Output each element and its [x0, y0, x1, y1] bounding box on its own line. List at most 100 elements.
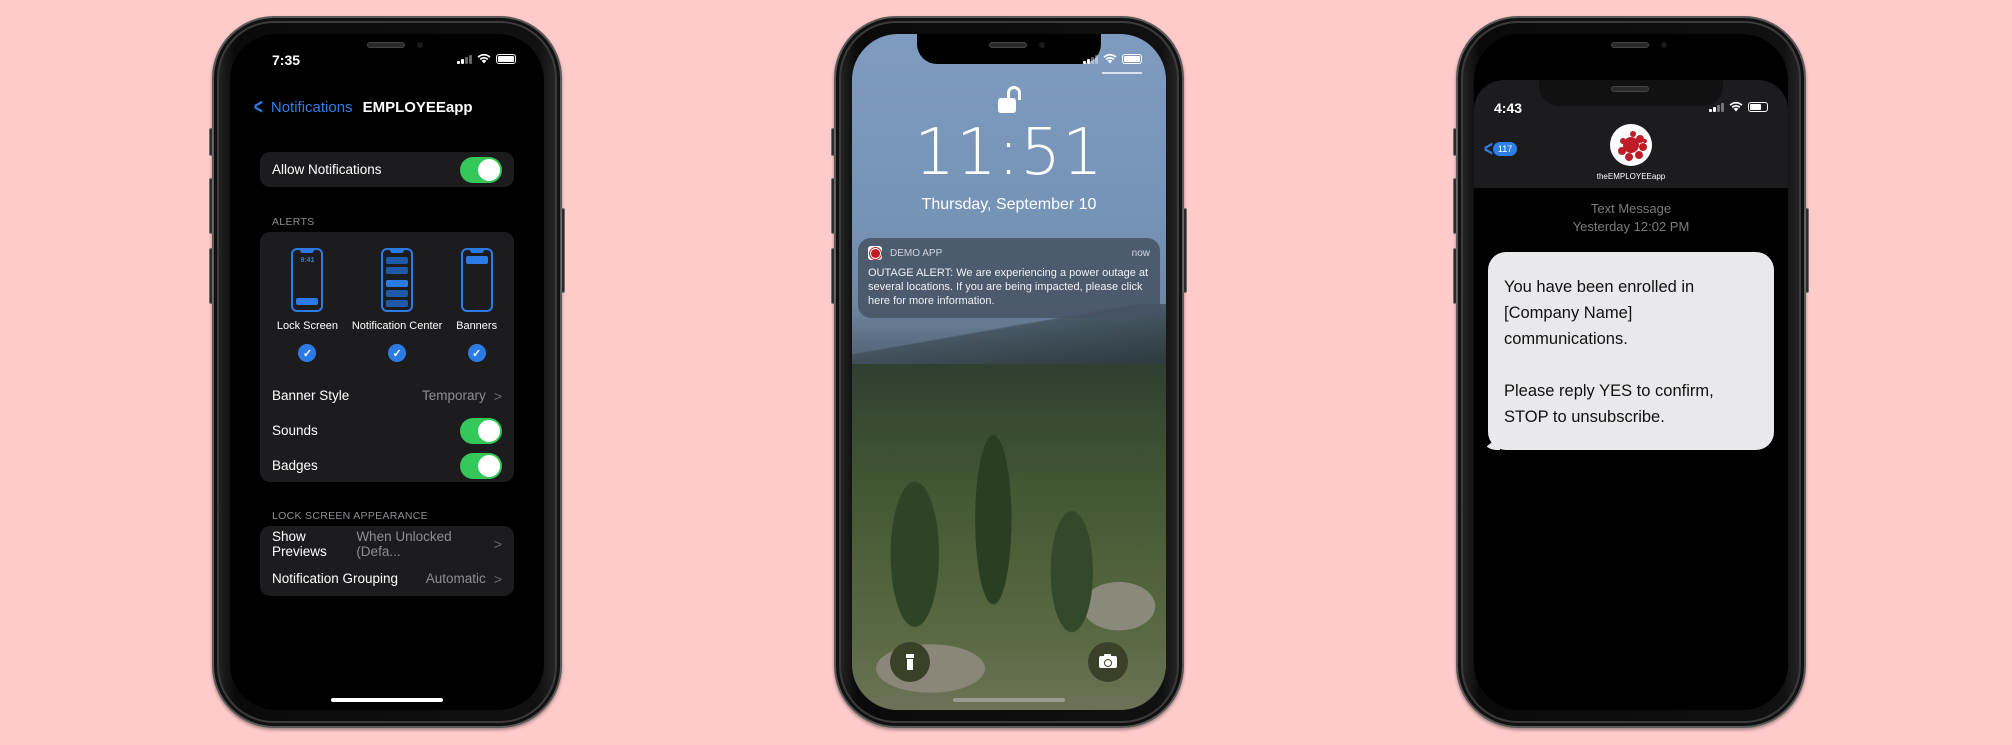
sounds-label: Sounds	[272, 423, 318, 438]
banner-style-value: Temporary	[422, 388, 486, 403]
contact-name[interactable]: theEMPLOYEEapp	[1474, 172, 1788, 181]
badges-toggle[interactable]	[460, 452, 502, 479]
wifi-icon	[1729, 101, 1743, 112]
alert-option-banners[interactable]: Banners ✓	[456, 248, 497, 362]
home-indicator[interactable]	[331, 698, 443, 702]
allow-notifications-label: Allow Notifications	[272, 162, 382, 177]
phone-lock-screen: 11:51 Thursday, September 10 DEMO APP no…	[831, 16, 1187, 728]
alert-option-label: Lock Screen	[276, 320, 339, 332]
mute-switch	[831, 128, 835, 156]
signal-icon	[1083, 54, 1098, 64]
checkmark-icon[interactable]: ✓	[388, 344, 407, 362]
badges-label: Badges	[272, 458, 318, 473]
alert-option-notification-center[interactable]: Notification Center ✓	[351, 248, 443, 362]
flashlight-button[interactable]	[890, 642, 930, 682]
message-type: Text Message	[1590, 201, 1672, 216]
alerts-header: ALERTS	[272, 216, 315, 228]
app-logo-icon	[1623, 137, 1639, 153]
chevron-left-icon: <	[1483, 136, 1493, 161]
phone-messages: 4:43 < 117 theEMPLOYEEapp Text Message Y…	[1453, 16, 1809, 728]
status-bar: 7:35	[230, 34, 544, 78]
unlock-icon	[998, 86, 1021, 116]
volume-down-button	[1453, 248, 1457, 304]
camera-icon	[1099, 654, 1117, 668]
back-button[interactable]: < Notifications	[252, 96, 353, 118]
volume-up-button	[831, 178, 835, 234]
mute-switch	[209, 128, 213, 156]
show-previews-label: Show Previews	[272, 528, 327, 559]
conversation-header: 4:43 < 117 theEMPLOYEEapp	[1474, 80, 1788, 188]
sounds-toggle[interactable]	[460, 417, 502, 444]
alert-option-label: Banners	[456, 320, 498, 332]
notification-center-preview-icon	[381, 248, 414, 312]
unread-count-badge: 117	[1492, 142, 1518, 156]
signal-icon	[457, 54, 472, 64]
power-button	[561, 208, 565, 293]
home-indicator[interactable]	[953, 698, 1065, 702]
volume-up-button	[1453, 178, 1457, 234]
allow-notifications-row: Allow Notifications	[260, 152, 514, 187]
volume-down-button	[209, 248, 213, 304]
mute-switch	[1453, 128, 1457, 156]
banner-style-row[interactable]: Banner Style Temporary >	[260, 378, 514, 413]
notification-app-name: DEMO APP	[890, 247, 943, 259]
allow-group: Allow Notifications	[260, 152, 514, 187]
sounds-row: Sounds	[260, 413, 514, 448]
lock-screen-appearance-header: LOCK SCREEN APPEARANCE	[272, 510, 428, 522]
message-timestamp: Yesterday 12:02 PM	[1572, 219, 1690, 234]
lock-screen: 11:51 Thursday, September 10 DEMO APP no…	[852, 34, 1166, 710]
inner-notch	[1539, 80, 1723, 106]
volume-down-button	[831, 248, 835, 304]
camera-button[interactable]	[1088, 642, 1128, 682]
lock-date: Thursday, September 10	[921, 196, 1097, 213]
contact-avatar[interactable]	[1610, 124, 1652, 166]
banners-preview-icon	[460, 248, 493, 312]
checkmark-icon[interactable]: ✓	[467, 344, 486, 362]
alert-option-lock-screen[interactable]: 9:41 Lock Screen ✓	[277, 248, 338, 362]
power-button	[1805, 208, 1809, 293]
control-center-indicator[interactable]	[1102, 72, 1142, 74]
allow-notifications-toggle[interactable]	[460, 156, 502, 183]
wifi-icon	[477, 53, 491, 64]
page-title: EMPLOYEEapp	[362, 98, 473, 116]
alert-option-label: Notification Center	[351, 320, 443, 332]
status-time: 4:43	[1494, 100, 1523, 116]
banner-style-label: Banner Style	[272, 388, 350, 403]
app-logo-icon	[868, 246, 882, 260]
battery-icon	[1748, 101, 1768, 112]
messages-app: 4:43 < 117 theEMPLOYEEapp Text Message Y…	[1474, 80, 1788, 710]
message-paragraph: Please reply YES to confirm, STOP to uns…	[1504, 382, 1714, 426]
chevron-right-icon: >	[493, 535, 502, 552]
signal-icon	[1709, 102, 1724, 112]
notification-timestamp: now	[1131, 247, 1150, 259]
show-previews-value: When Unlocked (Defa...	[356, 528, 452, 559]
volume-up-button	[209, 178, 213, 234]
flashlight-icon	[906, 654, 914, 670]
battery-icon	[496, 53, 516, 64]
notification-grouping-value: Automatic	[425, 571, 486, 586]
battery-icon	[1122, 53, 1142, 64]
lock-screen-preview-icon: 9:41	[291, 248, 324, 312]
back-button[interactable]: < 117	[1482, 136, 1518, 161]
nav-bar: < Notifications EMPLOYEEapp	[252, 96, 473, 118]
message-paragraph: You have been enrolled in [Company Name]…	[1504, 278, 1695, 348]
notification-card[interactable]: DEMO APP now OUTAGE ALERT: We are experi…	[858, 238, 1160, 318]
power-button	[1183, 208, 1187, 293]
notch	[1539, 34, 1723, 64]
message-meta: Text Message Yesterday 12:02 PM	[1474, 200, 1788, 236]
phone-settings: 7:35 < Notifications EMPLOYEEapp Allow N…	[209, 16, 565, 728]
message-bubble[interactable]: You have been enrolled in [Company Name]…	[1482, 252, 1774, 450]
chevron-right-icon: >	[493, 387, 502, 404]
messages-screen: 4:43 < 117 theEMPLOYEEapp Text Message Y…	[1474, 34, 1788, 710]
wifi-icon	[1103, 53, 1117, 64]
checkmark-icon[interactable]: ✓	[298, 344, 317, 362]
notification-grouping-row[interactable]: Notification Grouping Automatic >	[260, 561, 514, 596]
status-time: 7:35	[272, 52, 301, 68]
alerts-group: 9:41 Lock Screen ✓ Notification Center ✓…	[260, 232, 514, 482]
lock-screen-group: Show Previews When Unlocked (Defa... > No…	[260, 526, 514, 596]
lock-clock: 11:51	[914, 116, 1104, 190]
settings-screen: 7:35 < Notifications EMPLOYEEapp Allow N…	[230, 34, 544, 710]
notification-grouping-label: Notification Grouping	[272, 571, 399, 586]
show-previews-row[interactable]: Show Previews When Unlocked (Defa... >	[260, 526, 514, 561]
back-label: Notifications	[270, 98, 353, 116]
